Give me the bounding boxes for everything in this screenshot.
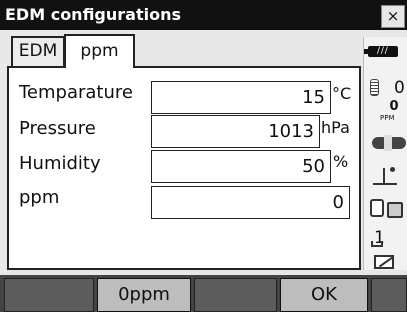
prism-icon	[370, 79, 379, 96]
ppm-input[interactable]: 0	[151, 186, 350, 219]
softkey-5	[371, 278, 407, 312]
temperature-unit: °C	[332, 84, 352, 103]
input-mode-indicator[interactable]: 1	[371, 228, 385, 248]
prism-constant: 0	[394, 78, 405, 98]
tab-ppm[interactable]: ppm	[64, 34, 135, 68]
battery-icon: / / /	[364, 46, 398, 57]
softkey-1	[4, 278, 94, 312]
window-title: EDM configurations	[5, 5, 181, 24]
laser-icon[interactable]	[372, 135, 406, 151]
softkey-bar: 0ppm OK	[0, 275, 407, 312]
edm-config-window: EDM configurations × EDM ppm Temparature…	[0, 0, 407, 312]
humidity-unit: %	[333, 152, 349, 171]
ppm-label: ppm	[19, 187, 60, 208]
ppm-panel: Temparature 15 °C Pressure 1013 hPa Humi…	[7, 66, 361, 270]
title-bar: EDM configurations ×	[0, 0, 407, 30]
status-column: / / / 0 0 PPM 1	[363, 37, 407, 270]
pressure-label: Pressure	[19, 118, 96, 139]
ppm-status-value: 0	[389, 99, 399, 114]
zero-ppm-button[interactable]: 0ppm	[97, 278, 191, 312]
tab-edm[interactable]: EDM	[11, 36, 65, 66]
pressure-input[interactable]: 1013	[151, 115, 320, 148]
ok-button[interactable]: OK	[280, 278, 368, 312]
pressure-unit: hPa	[321, 118, 350, 137]
close-button[interactable]: ×	[381, 5, 405, 28]
ppm-status-label: PPM	[380, 114, 395, 122]
temperature-label: Temparature	[19, 82, 133, 103]
temperature-input[interactable]: 15	[151, 81, 331, 114]
softkey-3	[194, 278, 277, 312]
communication-icon[interactable]	[370, 197, 406, 221]
tilt-icon[interactable]	[373, 165, 399, 187]
memo-icon[interactable]	[374, 255, 394, 269]
humidity-label: Humidity	[19, 153, 101, 174]
humidity-input[interactable]: 50	[151, 150, 331, 183]
